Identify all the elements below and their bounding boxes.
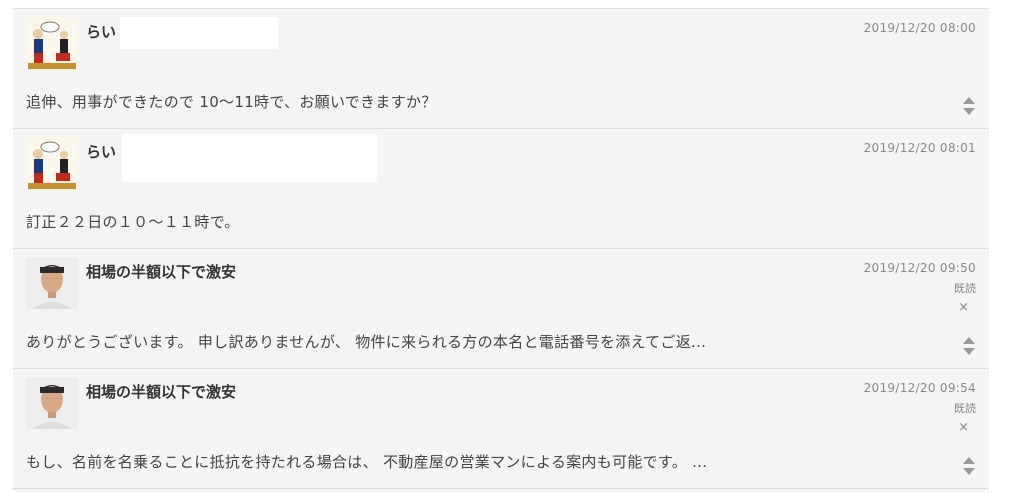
- expand-collapse-icon[interactable]: [962, 455, 976, 477]
- person-photo-avatar-icon: [26, 257, 78, 309]
- message-item: らい 2019/12/20 08:00 追伸、用事ができたので 10～11時で、…: [13, 9, 989, 129]
- read-status: 既読: [954, 402, 976, 415]
- redacted-area: [120, 17, 278, 49]
- message-item: 相場の半額以下で激安 2019/12/20 09:50 既読 × ありがとうござ…: [13, 249, 989, 369]
- message-item: 相場の半額以下で激安 2019/12/20 09:54 既読 × もし、名前を名…: [13, 369, 989, 489]
- message-timestamp: 2019/12/20 09:54: [863, 381, 976, 395]
- redacted-area: [122, 134, 377, 182]
- popeye-avatar-icon: [26, 17, 78, 69]
- message-timestamp: 2019/12/20 09:50: [863, 261, 976, 275]
- message-body: 追伸、用事ができたので 10～11時で、お願いできますか？: [26, 93, 437, 111]
- delete-message-button[interactable]: ×: [958, 420, 969, 435]
- popeye-avatar-icon: [26, 137, 78, 189]
- read-status: 既読: [954, 282, 976, 295]
- message-body: ありがとうございます。 申し訳ありませんが、 物件に来られる方の本名と電話番号を…: [26, 333, 707, 351]
- expand-collapse-icon[interactable]: [962, 95, 976, 117]
- delete-message-button[interactable]: ×: [958, 300, 969, 315]
- sender-name: 相場の半額以下で激安: [86, 383, 237, 401]
- sender-name: 相場の半額以下で激安: [86, 263, 237, 281]
- expand-collapse-icon[interactable]: [962, 335, 976, 357]
- message-thread: らい 2019/12/20 08:00 追伸、用事ができたので 10～11時で、…: [13, 8, 989, 492]
- message-body: もし、名前を名乗ることに抵抗を持たれる場合は、 不動産屋の営業マンによる案内も可…: [26, 453, 708, 471]
- sender-name: らい: [86, 23, 117, 41]
- message-timestamp: 2019/12/20 08:00: [863, 21, 976, 35]
- message-body: 訂正２２日の１０～１１時で。: [26, 213, 240, 231]
- person-photo-avatar-icon: [26, 377, 78, 429]
- message-timestamp: 2019/12/20 08:01: [863, 141, 976, 155]
- sender-name: らい: [86, 143, 117, 161]
- message-item: らい 2019/12/20 08:01 訂正２２日の１０～１１時で。: [13, 129, 989, 249]
